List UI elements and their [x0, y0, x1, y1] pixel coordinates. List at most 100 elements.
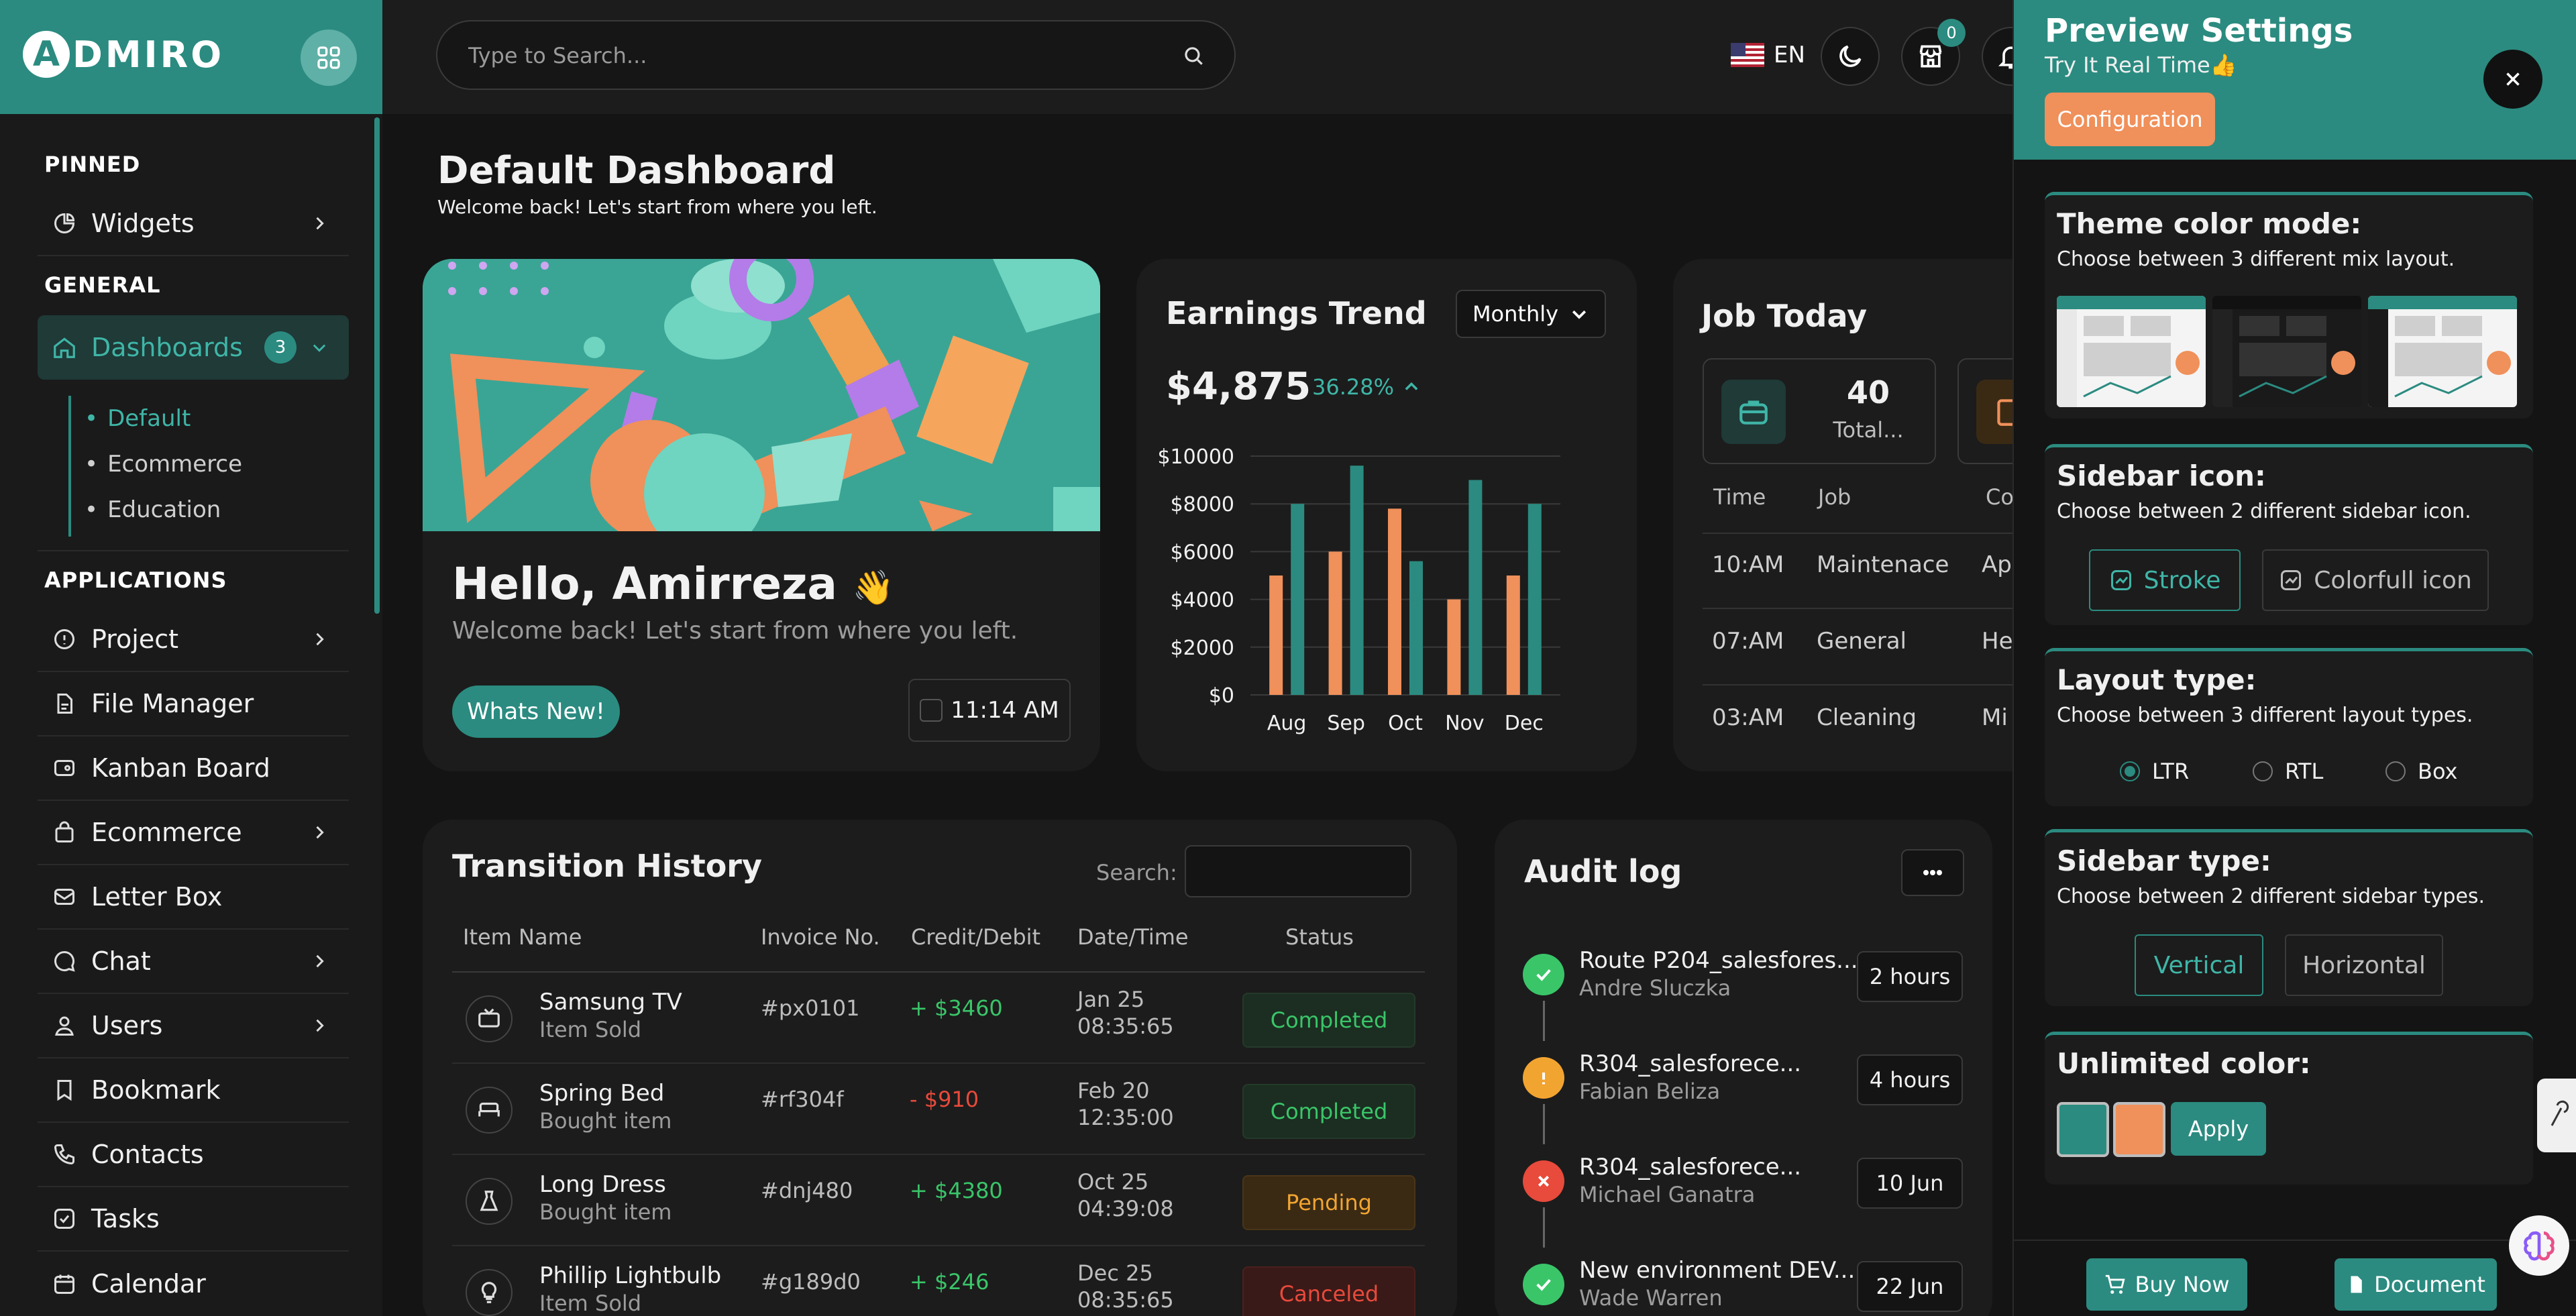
bar-dec-1[interactable]	[1527, 504, 1542, 695]
theme-dark-thumbnail[interactable]	[2212, 296, 2361, 407]
invoice-number: #dnj480	[761, 1178, 853, 1203]
sidebar-item-label: Kanban Board	[91, 753, 270, 783]
amount: + $4380	[910, 1178, 1003, 1203]
vertical-option-button[interactable]: Vertical	[2135, 934, 2263, 996]
sidebar-item-ecommerce[interactable]: Ecommerce	[38, 801, 349, 865]
sidebar-item-contacts[interactable]: Contacts	[38, 1123, 349, 1187]
theme-mix-thumbnail[interactable]	[2368, 296, 2517, 407]
col-header-date[interactable]: Date/Time	[1077, 924, 1189, 950]
bar-aug-1[interactable]	[1291, 504, 1305, 695]
sidebar-item-widgets[interactable]: Widgets	[38, 192, 349, 256]
submenu-item-default[interactable]: Default	[85, 405, 191, 432]
submenu-item-ecommerce[interactable]: Ecommerce	[85, 451, 242, 478]
ai-assistant-button[interactable]	[2509, 1215, 2569, 1276]
clock-icon	[920, 699, 943, 722]
table-row[interactable]: Samsung TV Item Sold #px0101 + $3460 Jan…	[452, 973, 1425, 1064]
col-header-item[interactable]: Item Name	[463, 924, 582, 950]
language-selector[interactable]: EN	[1731, 42, 1805, 68]
search-bar[interactable]	[436, 20, 1236, 90]
sidebar-item-calendar[interactable]: Calendar	[38, 1252, 349, 1316]
bar-sep-0[interactable]	[1328, 551, 1342, 695]
sidebar-item-project[interactable]: Project	[38, 608, 349, 672]
sidebar-item-label: Widgets	[91, 209, 195, 238]
stroke-option-label: Stroke	[2143, 566, 2221, 594]
app-logo[interactable]: A DMIRO	[23, 31, 224, 78]
time: 04:39:08	[1077, 1196, 1174, 1221]
page-title: Default Dashboard	[437, 149, 836, 193]
table-row[interactable]: Spring Bed Bought item #rf304f - $910 Fe…	[452, 1064, 1425, 1155]
grid-menu-button[interactable]	[301, 30, 357, 86]
buy-now-button[interactable]: Buy Now	[2086, 1258, 2247, 1311]
audit-item-user: Michael Ganatra	[1579, 1182, 1756, 1207]
sidebar-item-dashboards[interactable]: Dashboards 3	[38, 315, 349, 380]
document-button[interactable]: Document	[2334, 1258, 2497, 1311]
earnings-card: Earnings Trend Monthly $4,875 36.28% $0 $…	[1136, 259, 1637, 771]
sidebar-item-tasks[interactable]: Tasks	[38, 1187, 349, 1252]
table-row[interactable]: Long Dress Bought item #dnj480 + $4380 O…	[452, 1155, 1425, 1246]
item-name: Spring Bed	[539, 1080, 665, 1107]
bookmark-icon	[51, 1077, 78, 1103]
sidebar-item-chat[interactable]: Chat	[38, 930, 349, 994]
layout-rtl-radio[interactable]: RTL	[2253, 759, 2323, 784]
close-panel-button[interactable]	[2483, 50, 2542, 109]
panel-subtitle-text: Try It Real Time	[2045, 52, 2210, 78]
secondary-color-swatch[interactable]	[2113, 1102, 2165, 1157]
sidebar-item-file-manager[interactable]: File Manager	[38, 672, 349, 736]
col-header-amount[interactable]: Credit/Debit	[911, 924, 1040, 950]
bar-oct-1[interactable]	[1409, 561, 1423, 695]
bar-aug-0[interactable]	[1269, 575, 1283, 695]
sidebar-item-label: Chat	[91, 946, 151, 976]
chevron-right-icon	[310, 823, 329, 842]
colorfull-icon-option-button[interactable]: Colorfull icon	[2262, 549, 2489, 611]
ellipsis-icon	[1923, 870, 1942, 875]
layout-box-radio[interactable]: Box	[2385, 759, 2457, 784]
apply-color-button[interactable]: Apply	[2171, 1102, 2266, 1156]
layout-ltr-radio[interactable]: LTR	[2120, 759, 2189, 784]
configuration-button[interactable]: Configuration	[2045, 93, 2215, 146]
invoice-number: #rf304f	[761, 1087, 844, 1112]
bar-nov-0[interactable]	[1447, 599, 1461, 695]
bar-sep-1[interactable]	[1350, 465, 1364, 695]
horizontal-option-button[interactable]: Horizontal	[2285, 934, 2443, 996]
sidebar-item-kanban-board[interactable]: Kanban Board	[38, 736, 349, 801]
sidebar-scrollbar[interactable]	[374, 117, 380, 614]
primary-color-swatch[interactable]	[2057, 1102, 2109, 1157]
search-input[interactable]	[468, 40, 1139, 71]
col-header-status[interactable]: Status	[1285, 924, 1354, 950]
warning-icon	[1523, 1057, 1564, 1099]
job-row-name: Maintenace	[1817, 551, 1949, 578]
x-tick-label: Nov	[1445, 712, 1485, 735]
table-search-input[interactable]	[1185, 845, 1411, 897]
sidebar-item-label: Ecommerce	[91, 818, 242, 847]
greeting-subtitle: Welcome back! Let's start from where you…	[452, 617, 1018, 645]
job-row-time: 07:AM	[1712, 628, 1784, 655]
radio-label: Box	[2418, 759, 2458, 784]
theme-light-thumbnail[interactable]	[2057, 296, 2206, 407]
bar-oct-0[interactable]	[1388, 508, 1401, 695]
col-header-invoice[interactable]: Invoice No.	[761, 924, 880, 950]
sidebar-item-letter-box[interactable]: Letter Box	[38, 865, 349, 930]
period-dropdown[interactable]: Monthly	[1456, 290, 1606, 338]
check-icon	[1523, 954, 1564, 995]
bar-nov-1[interactable]	[1468, 480, 1483, 695]
stroke-option-button[interactable]: Stroke	[2089, 549, 2241, 611]
timeline-connector	[1543, 1207, 1545, 1248]
sidebar-item-users[interactable]: Users	[38, 994, 349, 1058]
more-options-button[interactable]	[1901, 849, 1964, 896]
submenu-item-education[interactable]: Education	[85, 496, 221, 523]
welcome-banner-illustration	[423, 259, 1100, 531]
search-icon[interactable]	[1181, 43, 1206, 68]
clock-display: 11:14 AM	[908, 679, 1071, 742]
table-row[interactable]: Phillip Lightbulb Item Sold #g189d0 + $2…	[452, 1246, 1425, 1316]
bar-dec-0[interactable]	[1506, 575, 1520, 695]
amount: - $910	[910, 1087, 979, 1112]
theme-mode-subtitle: Choose between 3 different mix layout.	[2057, 248, 2455, 271]
panel-header: Preview Settings Try It Real Time👍 Confi…	[2014, 0, 2576, 160]
theme-toggle-button[interactable]	[1821, 27, 1880, 86]
panel-side-tab[interactable]	[2537, 1079, 2576, 1152]
sidebar-item-label: Users	[91, 1011, 163, 1040]
whats-new-button[interactable]: Whats New!	[452, 686, 620, 738]
brain-icon	[2524, 1231, 2555, 1261]
x-tick-label: Sep	[1327, 712, 1365, 735]
sidebar-item-bookmark[interactable]: Bookmark	[38, 1058, 349, 1123]
